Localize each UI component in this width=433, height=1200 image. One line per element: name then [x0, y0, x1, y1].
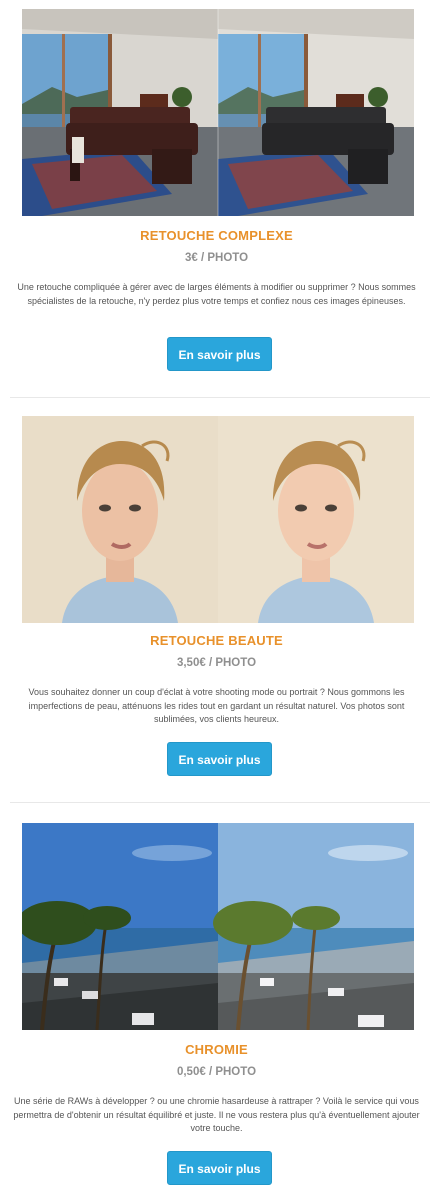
- service-title: RETOUCHE COMPLEXE: [140, 228, 293, 243]
- en-savoir-plus-button[interactable]: En savoir plus: [167, 1151, 272, 1185]
- service-retouche-beaute: RETOUCHE BEAUTE 3,50€ / PHOTO Vous souha…: [0, 398, 433, 802]
- service-description: Une retouche compliquée à gérer avec de …: [17, 282, 416, 306]
- service-price: 3,50€ / PHOTO: [176, 657, 257, 669]
- before-after-seaside-image: [22, 823, 414, 1030]
- service-price: 0,50€ / PHOTO: [176, 1066, 257, 1078]
- service-retouche-complexe: RETOUCHE COMPLEXE 3€ / PHOTO Une retouch…: [0, 0, 433, 398]
- service-chromie: CHROMIE 0,50€ / PHOTO Une série de RAWs …: [0, 802, 433, 1200]
- service-title: CHROMIE: [185, 1042, 248, 1057]
- service-description: Vous souhaitez donner un coup d'éclat à …: [28, 687, 405, 724]
- en-savoir-plus-button[interactable]: En savoir plus: [167, 337, 272, 371]
- service-title: RETOUCHE BEAUTE: [150, 633, 283, 648]
- en-savoir-plus-button[interactable]: En savoir plus: [167, 742, 272, 776]
- service-price: 3€ / PHOTO: [184, 252, 249, 264]
- before-after-living-room-image: [22, 9, 414, 216]
- before-after-portrait-image: [22, 416, 414, 623]
- service-description: Une série de RAWs à développer ? ou une …: [13, 1096, 420, 1133]
